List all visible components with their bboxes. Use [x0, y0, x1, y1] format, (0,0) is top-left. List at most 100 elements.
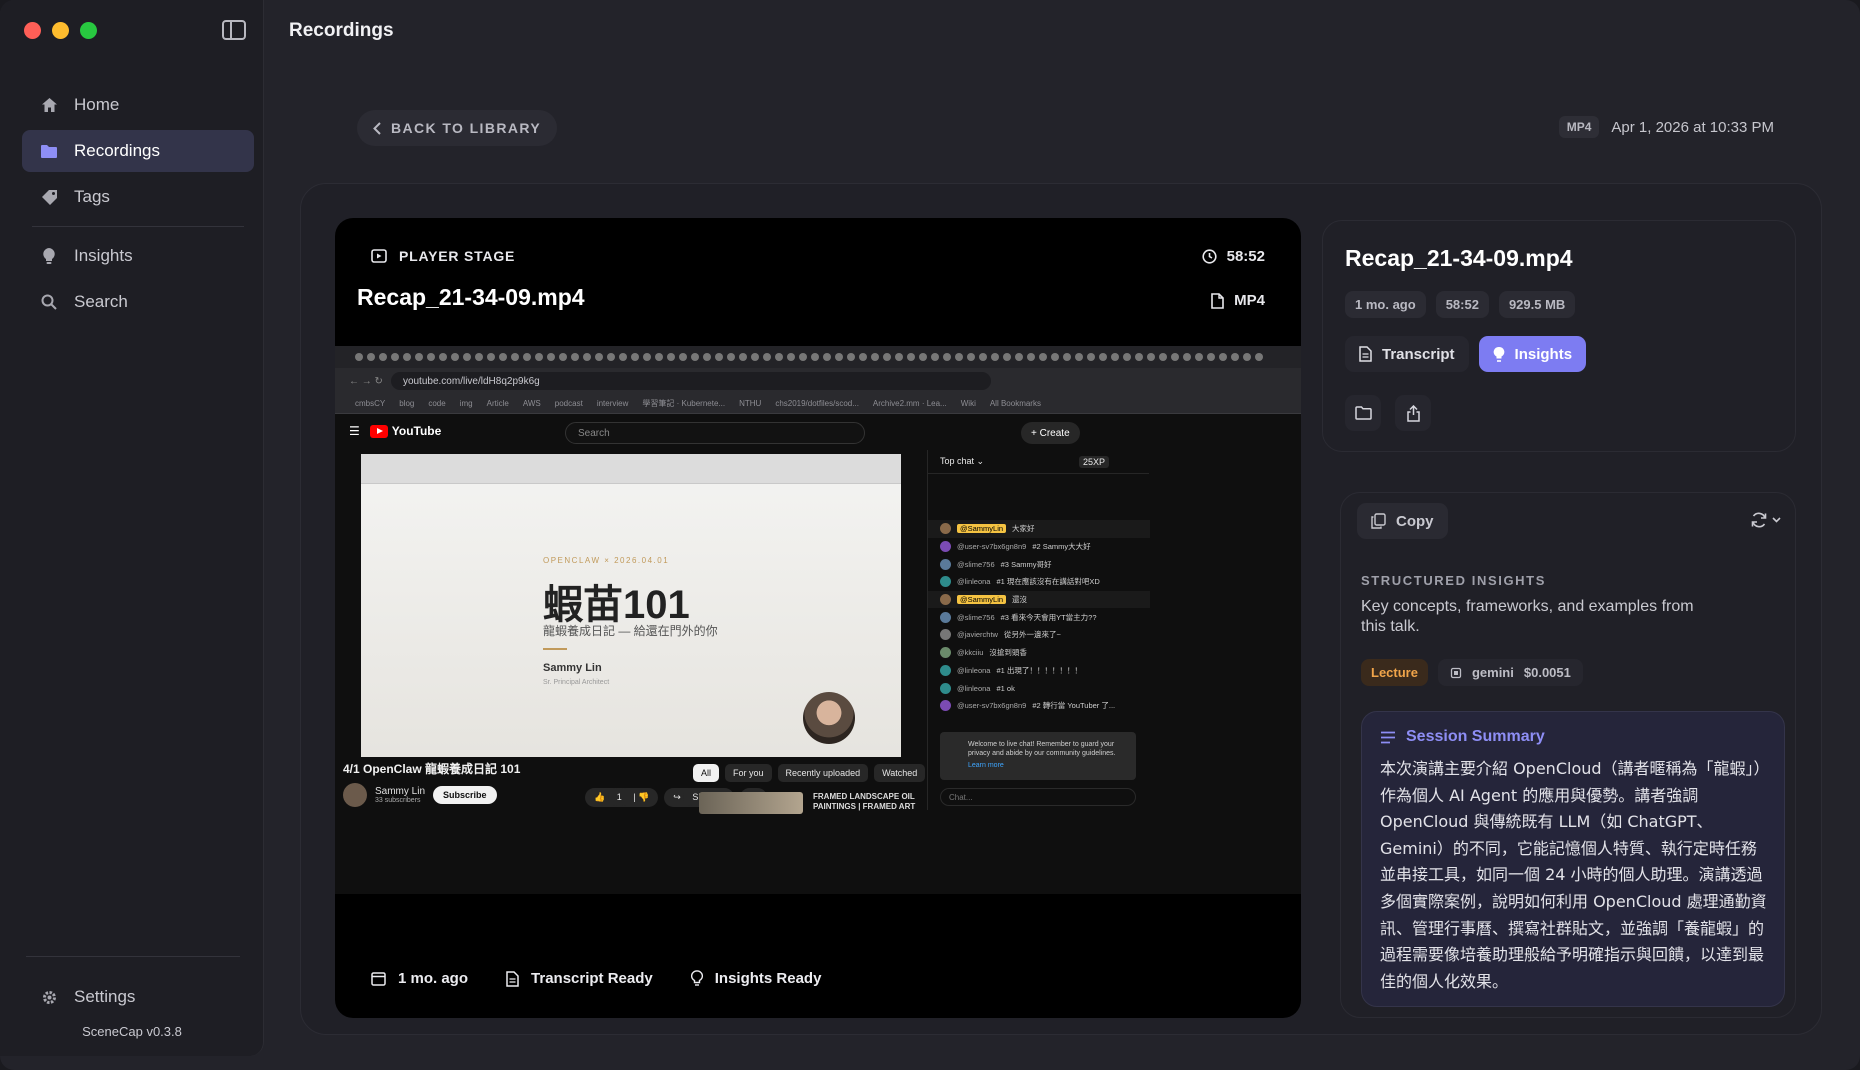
sidebar-item-label: Settings: [74, 987, 136, 1006]
sidebar-item-label: Recordings: [74, 141, 160, 160]
sidebar-item-label: Tags: [74, 187, 110, 206]
chip-icon: [1450, 667, 1462, 678]
search-icon: [40, 293, 58, 311]
chat-text: 從另外一邊來了~: [1003, 630, 1061, 640]
bookmark: Wiki: [960, 399, 976, 408]
bookmark: 學習筆記 · Kubernete...: [642, 399, 726, 408]
open-folder-button[interactable]: [1345, 395, 1381, 431]
clock-icon: [1202, 249, 1217, 264]
share-button[interactable]: [1395, 395, 1431, 431]
slide-rule: [543, 648, 567, 650]
size-chip: 929.5 MB: [1498, 291, 1576, 318]
lightbulb-icon: [690, 970, 703, 986]
sidebar-item-settings[interactable]: Settings: [22, 976, 254, 1018]
format-value: MP4: [1234, 292, 1265, 309]
document-icon: [1359, 346, 1372, 362]
chat-avatar: [940, 647, 951, 659]
browser-bookmarks: cmbsCY blog code img Article AWS podcast…: [335, 394, 1301, 414]
session-summary: Session Summary 本次演講主要介紹 OpenCloud（講者暱稱為…: [1361, 711, 1785, 1007]
sidebar-toggle-icon[interactable]: [222, 20, 246, 40]
copy-button[interactable]: Copy: [1357, 503, 1448, 539]
chat-message: @javierchtw 從另外一邊來了~: [928, 626, 1150, 644]
youtube-logo: YouTube: [369, 424, 441, 438]
bookmark: blog: [399, 399, 415, 408]
minimize-window-button[interactable]: [52, 22, 69, 39]
sidebar-item-home[interactable]: Home: [22, 84, 254, 126]
chat-message: @kkciiu 沒搶到頭香: [928, 644, 1150, 662]
calendar-icon: [371, 972, 386, 986]
chat-message: @slime756 #3 看來今天會用YT當主力??: [928, 608, 1150, 626]
copy-icon: [1371, 513, 1386, 529]
category-badge: Lecture: [1361, 659, 1428, 686]
tab-transcript[interactable]: Transcript: [1345, 336, 1469, 372]
slide-tag: OPENCLAW × 2026.04.01: [543, 556, 670, 565]
back-label: BACK TO LIBRARY: [391, 120, 542, 136]
chat-text: #1 ok: [996, 683, 1015, 693]
sidebar-item-recordings[interactable]: Recordings: [22, 130, 254, 172]
video-frame[interactable]: ← → ↻ youtube.com/live/ldH8q2p9k6g cmbsC…: [335, 346, 1301, 894]
chat-message: @user-sv7bx6gn8n9 #2 轉行當 YouTuber 了...: [928, 697, 1150, 715]
sidebar-item-label: Insights: [74, 246, 133, 265]
chat-username: @user-sv7bx6gn8n9: [957, 542, 1027, 552]
list-icon: [1381, 731, 1395, 743]
insights-tags: Lecture gemini $0.0051: [1361, 659, 1583, 686]
related-title: FRAMED LANDSCAPE OIL PAINTINGS | FRAMED …: [813, 792, 916, 812]
chat-message: @SammyLin 大家好: [928, 520, 1150, 538]
chat-avatar: [940, 558, 951, 570]
presenter-webcam: [803, 692, 855, 744]
youtube-related: FRAMED LANDSCAPE OIL PAINTINGS | FRAMED …: [699, 792, 923, 814]
recording-date: Apr 1, 2026 at 10:33 PM: [1611, 118, 1774, 136]
regenerate-menu[interactable]: [1750, 511, 1781, 529]
close-window-button[interactable]: [24, 22, 41, 39]
chip: For you: [725, 764, 772, 782]
player-stage-header: PLAYER STAGE: [371, 248, 515, 264]
chat-username: @slime756: [957, 559, 995, 569]
sidebar-item-insights[interactable]: Insights: [22, 235, 254, 277]
chat-username: @kkciiu: [957, 648, 984, 658]
browser-nav-icons: ← → ↻: [349, 375, 383, 387]
chat-input: Chat...: [940, 788, 1136, 806]
sidebar-item-search[interactable]: Search: [22, 281, 254, 323]
footer-age: 1 mo. ago: [371, 970, 468, 987]
lightbulb-icon: [1493, 346, 1504, 362]
sidebar-nav: Home Recordings Tags Insights Search: [22, 84, 254, 323]
folder-icon: [40, 142, 58, 160]
chip: Watched: [874, 764, 926, 782]
hamburger-menu-icon: ☰: [349, 424, 360, 438]
chat-username: @SammyLin: [957, 595, 1007, 605]
chat-avatar: [940, 594, 951, 606]
player-footer: 1 mo. ago Transcript Ready Insights Read…: [371, 970, 821, 987]
sidebar-item-tags[interactable]: Tags: [22, 176, 254, 218]
chat-avatar: [940, 611, 951, 623]
back-to-library-button[interactable]: BACK TO LIBRARY: [357, 110, 558, 146]
footer-insights-status: Insights Ready: [690, 970, 821, 987]
chat-avatar: [940, 541, 951, 553]
insights-section-label: STRUCTURED INSIGHTS: [1361, 573, 1546, 588]
chat-username: @user-sv7bx6gn8n9: [957, 701, 1027, 711]
gear-icon: [40, 988, 58, 1006]
recording-title: Recap_21-34-09.mp4: [1345, 245, 1573, 271]
youtube-search: Search: [565, 422, 865, 444]
chat-username: @linleona: [957, 577, 991, 587]
chat-text: 還沒: [1012, 595, 1028, 605]
recording-meta: MP4 Apr 1, 2026 at 10:33 PM: [1558, 116, 1774, 138]
detail-tabs: Transcript Insights: [1345, 336, 1587, 372]
bookmark: Archive2.mm · Lea...: [872, 399, 947, 408]
chevron-down-icon: [1772, 517, 1781, 523]
player-stage: PLAYER STAGE 58:52 Recap_21-34-09.mp4 MP…: [335, 218, 1301, 1018]
recording-details: Recap_21-34-09.mp4 1 mo. ago 58:52 929.5…: [1322, 220, 1796, 452]
like-button: 👍 1 | 👎: [585, 788, 659, 807]
sidebar-divider: [32, 226, 244, 227]
zoom-window-button[interactable]: [80, 22, 97, 39]
chat-notice: Welcome to live chat! Remember to guard …: [940, 732, 1136, 780]
chat-avatar: [940, 664, 951, 676]
sidebar-settings: Settings: [22, 976, 254, 1018]
tab-insights[interactable]: Insights: [1478, 336, 1587, 372]
chat-message: @linleona #1 現在應該沒有在講話對吧XD: [928, 573, 1150, 591]
chat-messages: @SammyLin 大家好 @user-sv7bx6gn8n9 #2 Sammy大大好…: [928, 520, 1150, 715]
bookmark: podcast: [554, 399, 583, 408]
duration-chip: 58:52: [1435, 291, 1489, 318]
sidebar-item-label: Home: [74, 95, 120, 114]
browser-url: youtube.com/live/ldH8q2p9k6g: [390, 372, 991, 390]
page-title: Recordings: [289, 20, 394, 41]
